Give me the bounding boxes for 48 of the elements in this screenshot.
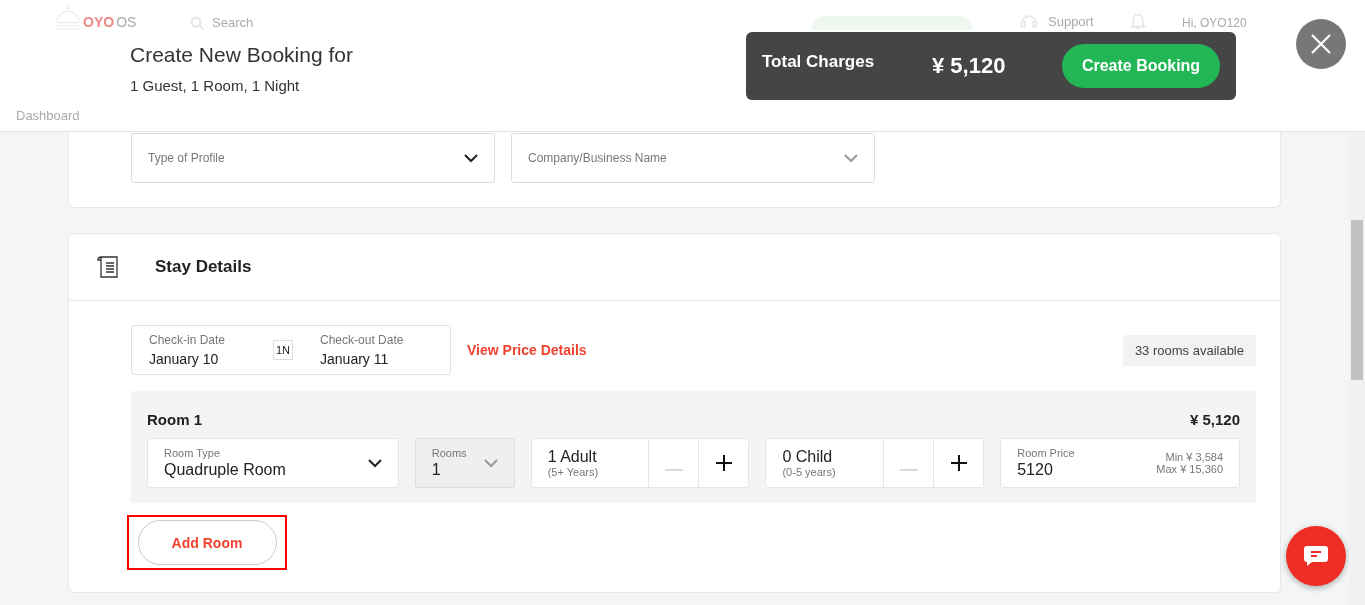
scrollbar[interactable]: [1349, 132, 1365, 605]
plus-icon: [950, 454, 967, 471]
check-in-date: January 10: [149, 351, 220, 367]
search-field[interactable]: Search: [212, 15, 254, 30]
chat-button[interactable]: [1286, 526, 1346, 586]
price-details-link[interactable]: View Price Details: [467, 342, 1123, 358]
close-icon: [1310, 33, 1332, 55]
minus-icon: [664, 468, 683, 471]
nights-count: 1N: [272, 340, 294, 360]
total-label: Total Charges: [762, 52, 876, 72]
check-out-date: January 11: [320, 351, 390, 367]
availability-chip: 33 rooms available: [1122, 334, 1256, 366]
date-range-field[interactable]: Check-in Date January 10 1N Check-out Date January 11: [131, 325, 451, 375]
chevron-down-icon: [483, 458, 498, 468]
field-label: Check-out Date: [320, 333, 405, 347]
plus-button[interactable]: [933, 439, 984, 487]
plus-button[interactable]: [698, 439, 749, 487]
guest-count: 1 Adult: [547, 448, 598, 466]
field-label: Check-in Date: [149, 333, 227, 347]
chat-icon: [1304, 546, 1328, 566]
modal-title: Create New Booking for: [130, 43, 353, 67]
create-booking-button[interactable]: Create Booking: [1062, 44, 1220, 88]
support-link[interactable]: Support: [1048, 13, 1094, 29]
room-price-field[interactable]: Room Price 5120 Min ¥ 3,584 Max ¥ 15,360: [1000, 438, 1240, 488]
minus-icon: [899, 468, 918, 471]
close-button[interactable]: [1296, 19, 1346, 69]
plus-icon: [715, 454, 732, 471]
logo-text: OYO: [83, 14, 115, 30]
user-greeting[interactable]: Hi, OYO120: [1182, 16, 1247, 30]
guest-count: 0 Child: [782, 448, 834, 466]
booking-summary: 1 Guest, 1 Room, 1 Night: [130, 77, 301, 94]
headset-icon: [1020, 12, 1038, 30]
max-price: Max ¥ 15,360: [1156, 463, 1223, 475]
room-type-dropdown[interactable]: Room Type Quadruple Room: [147, 438, 399, 488]
receipt-icon: [95, 254, 121, 280]
min-price: Min ¥ 3,584: [1164, 451, 1223, 463]
chevron-down-icon: [367, 458, 382, 468]
total-amount: ¥ 5,120: [932, 53, 1007, 79]
nav-item[interactable]: Dashboard: [16, 108, 80, 123]
logo-suffix: OS: [116, 14, 137, 30]
age-hint: (0-5 years): [782, 466, 837, 478]
section-title: Stay Details: [155, 257, 252, 277]
profile-dropdown[interactable]: Type of Profile: [131, 133, 495, 183]
age-hint: (5+ Years): [547, 466, 600, 478]
search-icon: [190, 15, 204, 30]
add-room-button[interactable]: Add Room: [137, 520, 277, 565]
room-title: Room 1: [147, 411, 202, 428]
room-total: ¥ 5,120: [1189, 411, 1240, 428]
